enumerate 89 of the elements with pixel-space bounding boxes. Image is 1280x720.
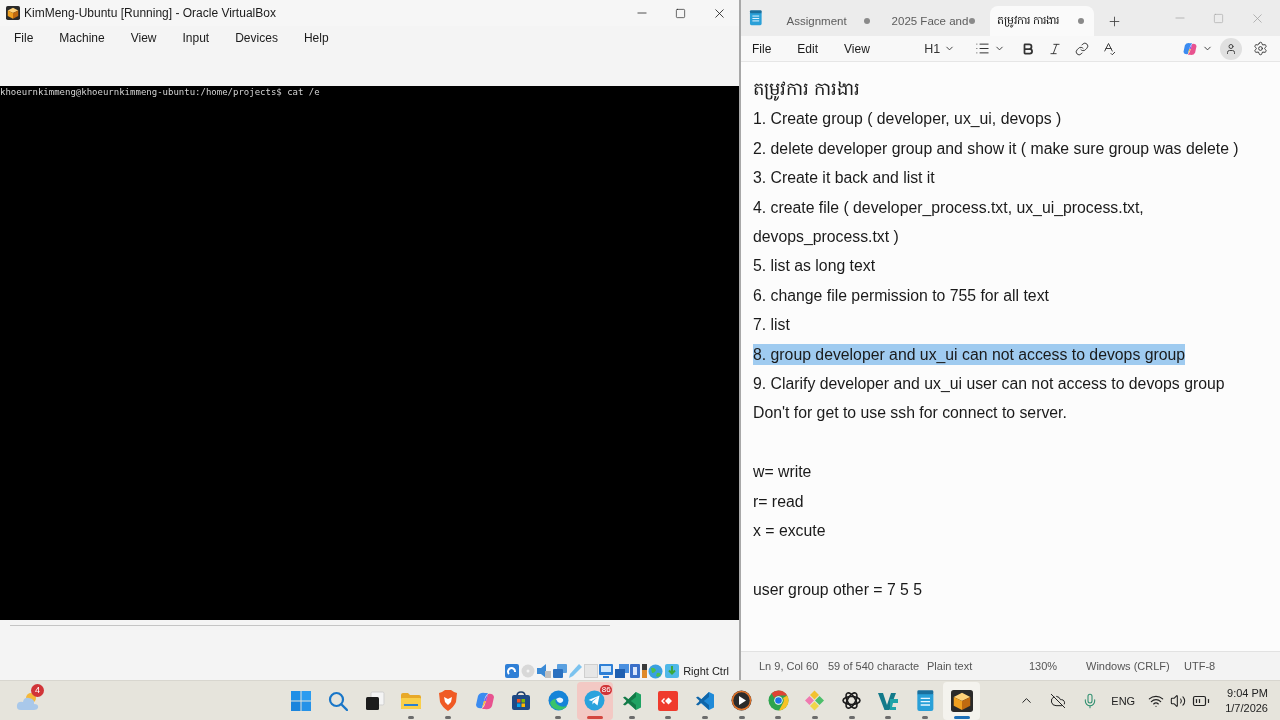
cloud-off-icon (1050, 692, 1067, 709)
cube-icon (950, 689, 973, 712)
notepad-icon (915, 689, 935, 712)
cube-icon (6, 6, 20, 20)
document-line: x = excute (753, 521, 826, 542)
v-shape-icon (877, 690, 900, 711)
document-line: 6. change file permission to 755 for all text (753, 285, 1049, 306)
chip-icon (630, 664, 641, 678)
document-line: Don't for get to use ssh for connect to server. (753, 403, 1067, 424)
blank-square-icon (583, 664, 598, 678)
play-icon (731, 690, 753, 711)
menu-item[interactable]: View (836, 38, 878, 59)
tiles-icon (804, 690, 826, 711)
ribbon-icon (621, 690, 642, 711)
speaker-icon (536, 664, 552, 678)
document-line: 4. create file ( developer_process.txt, ux_ui_process.txt, devops_process.txt ) (753, 197, 1144, 248)
globe-icon (648, 663, 664, 679)
menu-item[interactable]: Edit (789, 38, 827, 59)
weather-button[interactable]: 4 (10, 682, 46, 719)
document-line: 5. list as long text (753, 256, 876, 277)
line-endings: Windows (CRLF) (1086, 660, 1171, 672)
taskbar-button[interactable]: 86 (576, 681, 614, 720)
link-icon (1074, 41, 1089, 56)
document-line: user group other = 7 5 5 (753, 579, 923, 600)
language-indicator[interactable]: ENG (1103, 684, 1144, 717)
document-line: 7. list (753, 315, 790, 336)
menu-item[interactable]: Devices (222, 28, 291, 48)
segmented-circle-icon (767, 690, 789, 711)
document-heading: តម្រូវការ ការងារ (753, 78, 860, 101)
notification-badge: 4 (31, 683, 44, 697)
cursor-position: Ln 9, Col 60 (759, 660, 820, 672)
tab[interactable]: Assignment (774, 6, 880, 36)
settings-icon (1252, 41, 1268, 56)
clock[interactable]: 9:04 PM 1/7/2026 (1215, 685, 1272, 716)
notepad-icon (749, 10, 763, 26)
tab[interactable]: 2025 Face and (879, 6, 985, 36)
meter-icon (641, 664, 647, 678)
taskbar-button[interactable] (943, 681, 981, 720)
search-icon (328, 690, 349, 711)
encoding: UTF-8 (1184, 660, 1217, 672)
swirl-icon (1181, 40, 1198, 57)
pen-icon (568, 664, 583, 678)
account-button[interactable] (1220, 37, 1242, 60)
spellcheck-icon (1101, 41, 1117, 56)
tab[interactable]: តម្រូវការ ការងារ (989, 6, 1094, 36)
zoom-level: 130% (1029, 660, 1059, 672)
shopping-bag-icon (511, 690, 532, 711)
character-count: 59 of 540 characte (828, 660, 921, 672)
menu-item[interactable]: File (1, 28, 47, 48)
download-icon (664, 664, 679, 678)
menu-item[interactable]: Input (169, 28, 223, 48)
network-icon (552, 664, 567, 678)
ribbon-icon (694, 690, 715, 711)
terminal-line: khoeurnkimmeng@khoeurnkimmeng-ubuntu:/home/projects$ cat /e (0, 86, 321, 98)
document-line: 9. Clarify developer and ux_ui user can not access to devops group (753, 374, 1225, 395)
italic-icon (1047, 41, 1062, 56)
list-icon (974, 41, 990, 56)
document-line: 1. Create group ( developer, ux_ui, devops ) (753, 109, 1062, 130)
heading-dropdown[interactable]: H1 (921, 37, 958, 60)
clock-date: 1/7/2026 (1225, 700, 1268, 716)
person-icon (1225, 42, 1237, 55)
task-view-icon (364, 690, 385, 711)
window-title: KimMeng-Ubuntu [Running] - Oracle VirtualBox (24, 6, 276, 20)
terminal-screen[interactable]: khoeurnkimmeng@khoeurnkimmeng-ubuntu:/home/projects$ cat /e (0, 86, 739, 620)
wave-circle-icon (547, 690, 569, 711)
host-key-label: Right Ctrl (683, 665, 729, 677)
plus-icon (1107, 13, 1123, 29)
menu-item[interactable]: File (744, 38, 780, 59)
stacked-windows-icon (614, 664, 629, 678)
paper-plane-icon (584, 690, 606, 711)
document-line: 2. delete developer group and show it ( make sure group was delete ) (753, 138, 1239, 159)
shield-icon (439, 690, 458, 711)
windows-logo-icon (291, 690, 312, 711)
monitor-icon (599, 664, 614, 678)
document-line: r= read (753, 491, 804, 512)
maximize-icon (1213, 12, 1224, 24)
document-line: 3. Create it back and list it (753, 168, 935, 189)
document-line: w= write (753, 462, 812, 483)
menu-item[interactable]: Machine (46, 28, 118, 48)
folder-icon (400, 691, 423, 710)
notification-badge: 86 (600, 684, 613, 695)
clock-time: 9:04 PM (1227, 685, 1268, 701)
volume-icon (1170, 692, 1187, 709)
maximize-icon (674, 7, 686, 19)
menu-item[interactable]: Help (290, 28, 342, 48)
file-type: Plain text (927, 660, 974, 672)
atom-icon (841, 690, 863, 711)
menu-item[interactable]: View (117, 28, 170, 48)
diamonds-icon (658, 690, 679, 711)
